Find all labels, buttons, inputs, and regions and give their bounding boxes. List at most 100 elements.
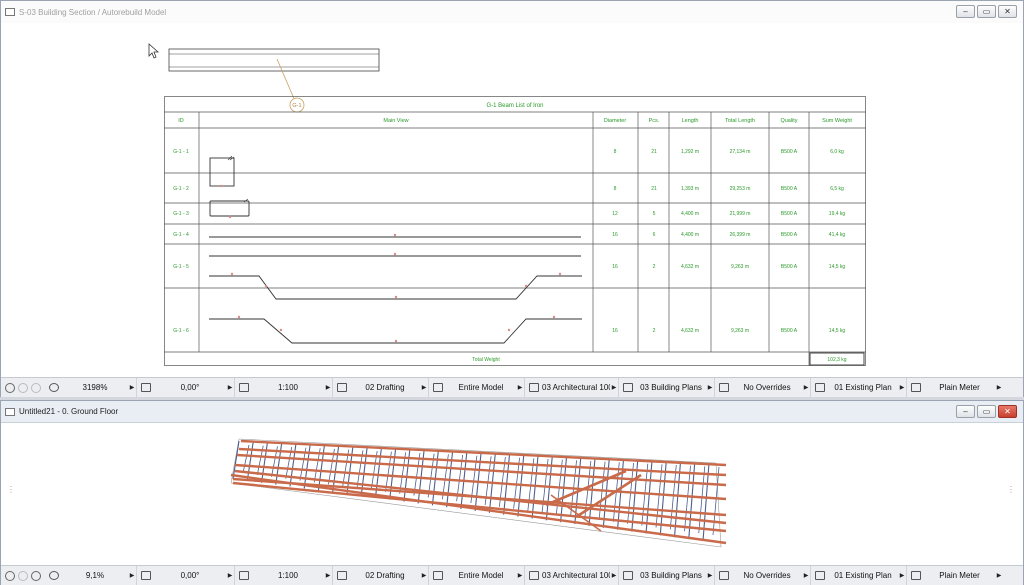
top-statusbar: 3198% ▶ 0,00° ▶ 1:100 ▶ 02 Drafting ▶ En… — [1, 377, 1023, 397]
layer-value: 02 Drafting — [365, 571, 405, 580]
layer-value: 02 Drafting — [365, 383, 405, 392]
rebar-marker-icon — [264, 284, 268, 288]
close-button[interactable]: ✕ — [998, 405, 1017, 418]
pen-set-control[interactable]: 03 Architectural 100 ▶ — [525, 566, 619, 585]
minimize-button[interactable]: – — [956, 405, 975, 418]
dimension-value: Plain Meter — [939, 571, 980, 580]
model-view-control[interactable]: Entire Model ▶ — [429, 566, 525, 585]
rebar-marker-icon — [230, 272, 234, 276]
table-row[interactable]: G-1 - 5 16 2 4,632 m 9,263 m B500 A 14,5… — [173, 264, 845, 270]
angle-control[interactable]: 0,00° ▶ — [137, 378, 235, 397]
chevron-right-icon: ▶ — [325, 573, 331, 579]
mvo-control[interactable]: 03 Building Plans ▶ — [619, 378, 715, 397]
chevron-right-icon: ▶ — [421, 385, 427, 391]
layer-combination-control[interactable]: 02 Drafting ▶ — [333, 378, 429, 397]
renovation-control[interactable]: 01 Existing Plan ▶ — [811, 378, 907, 397]
cell-quality: B500 A — [781, 186, 798, 192]
total-weight-value: 102,3 kg — [827, 357, 846, 363]
bent-bar-shape-5 — [209, 275, 582, 300]
table-row[interactable]: G-1 - 3 12 5 4,400 m 21,999 m B500 A 19,… — [173, 211, 845, 217]
angle-icon — [141, 571, 151, 580]
dimension-value: Plain Meter — [939, 383, 980, 392]
table-row[interactable]: G-1 - 1 8 21 1,292 m 27,134 m B500 A 6,0… — [173, 149, 844, 155]
close-button[interactable]: ✕ — [998, 5, 1017, 18]
cell-length: 4,632 m — [681, 328, 699, 334]
cell-total-length: 29,253 m — [730, 186, 751, 192]
mvo-value: 03 Building Plans — [640, 383, 702, 392]
renovation-value: 01 Existing Plan — [834, 383, 892, 392]
3d-canvas[interactable]: ⋮ ⋮ — [1, 423, 1023, 564]
dimension-control[interactable]: Plain Meter ▶ — [907, 378, 1003, 397]
cell-quality: B500 A — [781, 232, 798, 238]
restore-button[interactable]: ▭ — [977, 5, 996, 18]
undo-zoom-icon[interactable] — [5, 382, 15, 393]
table-row[interactable]: G-1 - 2 8 21 1,393 m 29,253 m B500 A 6,5… — [173, 186, 844, 192]
section-window-title: S-03 Building Section / Autorebuild Mode… — [19, 7, 167, 17]
scale-control[interactable]: 1:100 ▶ — [235, 378, 333, 397]
section-window-titlebar[interactable]: S-03 Building Section / Autorebuild Mode… — [1, 1, 1023, 23]
layer-combination-control[interactable]: 02 Drafting ▶ — [333, 566, 429, 585]
zoom-in-icon[interactable] — [18, 570, 28, 581]
rebar-marker-icon — [558, 272, 562, 276]
section-window[interactable]: S-03 Building Section / Autorebuild Mode… — [0, 0, 1024, 397]
rebar-marker-icon — [228, 215, 232, 219]
3d-window-titlebar[interactable]: Untitled21 - 0. Ground Floor – ▭ ✕ — [1, 401, 1023, 423]
mvo-icon — [623, 383, 633, 392]
navigation-tools[interactable] — [1, 382, 45, 393]
left-edge-handle[interactable]: ⋮ — [7, 485, 15, 494]
drawing-canvas[interactable]: G-1 G-1 Beam List of Iron ID Main View D… — [1, 23, 1023, 377]
cell-id: G-1 - 4 — [173, 232, 189, 238]
longitudinal-rebar — [234, 469, 727, 525]
cell-pcs: 5 — [653, 211, 656, 217]
cell-pcs: 21 — [651, 186, 657, 192]
chevron-right-icon: ▶ — [996, 385, 1002, 391]
scale-control[interactable]: 1:100 ▶ — [235, 566, 333, 585]
renovation-control[interactable]: 01 Existing Plan ▶ — [811, 566, 907, 585]
zoom-out-icon[interactable] — [31, 570, 41, 581]
mvo-control[interactable]: 03 Building Plans ▶ — [619, 566, 715, 585]
model-value: Entire Model — [458, 383, 504, 392]
navigation-tools[interactable] — [1, 570, 45, 581]
zoom-out-icon[interactable] — [31, 382, 41, 393]
header-quality: Quality — [780, 118, 797, 124]
chevron-right-icon: ▶ — [803, 385, 809, 391]
rebar-marker-icon — [219, 184, 223, 188]
minimize-button[interactable]: – — [956, 5, 975, 18]
cell-quality: B500 A — [781, 211, 798, 217]
cell-diameter: 8 — [614, 186, 617, 192]
override-control[interactable]: No Overrides ▶ — [715, 566, 811, 585]
3d-window[interactable]: Untitled21 - 0. Ground Floor – ▭ ✕ ⋮ ⋮ 9… — [0, 400, 1024, 585]
override-icon — [719, 571, 729, 580]
cell-length: 4,400 m — [681, 211, 699, 217]
undo-zoom-icon[interactable] — [5, 570, 15, 581]
layers-icon — [337, 383, 347, 392]
override-control[interactable]: No Overrides ▶ — [715, 378, 811, 397]
pen-set-control[interactable]: 03 Architectural 100 ▶ — [525, 378, 619, 397]
zoom-control[interactable]: 3198% ▶ — [45, 378, 137, 397]
rebar-marker-icon — [394, 295, 398, 299]
chevron-right-icon: ▶ — [517, 573, 523, 579]
pen-value: 03 Architectural 100 — [542, 383, 610, 392]
rebar-schedule-table[interactable]: G-1 Beam List of Iron ID Main View Diame… — [164, 96, 866, 366]
mvo-icon — [623, 571, 633, 580]
restore-button[interactable]: ▭ — [977, 405, 996, 418]
zoom-control[interactable]: 9,1% ▶ — [45, 566, 137, 585]
rebar-cage-3d-view[interactable] — [221, 435, 751, 555]
model-view-control[interactable]: Entire Model ▶ — [429, 378, 525, 397]
cell-diameter: 16 — [612, 232, 618, 238]
cell-pcs: 2 — [653, 328, 656, 334]
zoom-in-icon[interactable] — [18, 382, 28, 393]
dimension-control[interactable]: Plain Meter ▶ — [907, 566, 1003, 585]
angle-value: 0,00° — [180, 571, 200, 580]
folder-icon — [5, 407, 15, 416]
rebar-marker-icon — [393, 252, 397, 256]
cell-quality: B500 A — [781, 149, 798, 155]
header-total-length: Total Length — [725, 118, 755, 124]
renovation-icon — [815, 383, 825, 392]
rebar-cage — [230, 438, 727, 548]
right-edge-handle[interactable]: ⋮ — [1007, 485, 1015, 494]
rebar-marker-icon — [394, 339, 398, 343]
rebar-marker-icon — [237, 315, 241, 319]
angle-control[interactable]: 0,00° ▶ — [137, 566, 235, 585]
3d-window-title: Untitled21 - 0. Ground Floor — [19, 407, 119, 416]
